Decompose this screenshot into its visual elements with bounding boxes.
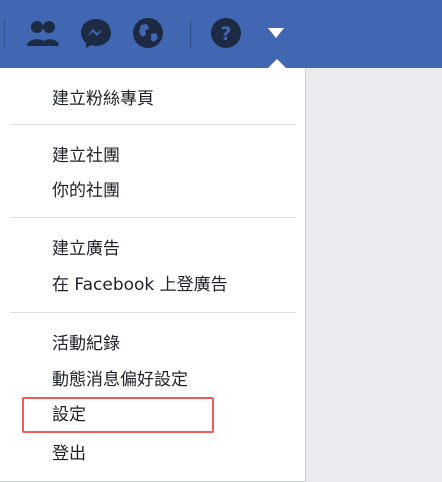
menu-item-create-page[interactable]: 建立粉絲專頁 — [52, 89, 154, 109]
menu-item-log-out[interactable]: 登出 — [52, 444, 86, 464]
help-icon[interactable]: ? — [208, 16, 244, 50]
menu-item-activity-log[interactable]: 活動紀錄 — [52, 334, 120, 354]
globe-notifications-icon[interactable] — [130, 16, 166, 50]
menu-divider — [10, 217, 296, 218]
friends-icon[interactable] — [24, 16, 62, 50]
top-navigation-bar: ? — [0, 0, 442, 68]
messenger-icon[interactable] — [78, 16, 114, 50]
separator — [190, 20, 191, 48]
dropdown-caret — [268, 59, 286, 68]
menu-item-create-ad[interactable]: 建立廣告 — [52, 239, 120, 259]
separator — [4, 20, 5, 48]
menu-divider — [10, 312, 296, 313]
svg-text:?: ? — [220, 23, 231, 45]
dropdown-arrow-icon[interactable] — [264, 24, 288, 42]
menu-item-your-groups[interactable]: 你的社團 — [52, 181, 120, 201]
menu-item-create-group[interactable]: 建立社團 — [52, 146, 120, 166]
settings-highlight-box — [22, 397, 214, 433]
menu-item-news-feed-preferences[interactable]: 動態消息偏好設定 — [52, 370, 188, 390]
menu-divider — [10, 124, 296, 125]
menu-item-advertise-on-facebook[interactable]: 在 Facebook 上登廣告 — [52, 275, 228, 295]
